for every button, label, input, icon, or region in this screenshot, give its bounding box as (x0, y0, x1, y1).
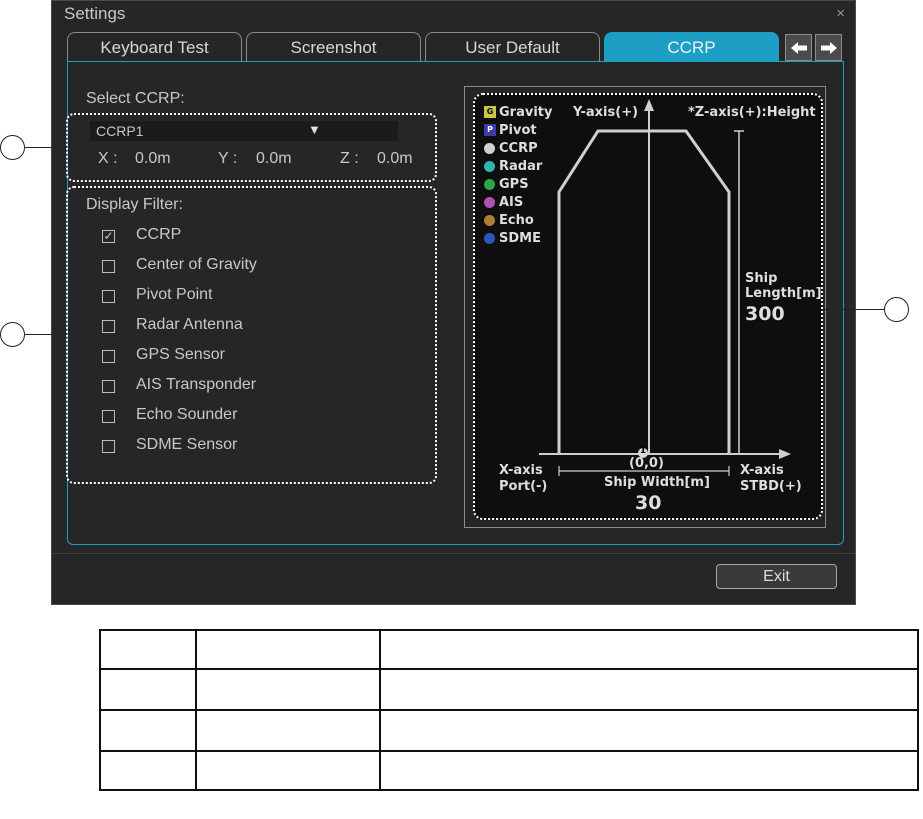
tab-scroll-right-button[interactable] (815, 34, 842, 61)
y-axis-label: Y-axis(+) (573, 105, 639, 120)
display-filter-group (66, 186, 437, 484)
ccrp-dropdown[interactable]: CCRP1 ▼ (90, 121, 398, 141)
checkbox-icon[interactable] (102, 380, 115, 393)
origin-marker-number: 1 (639, 446, 647, 456)
x-coordinate-label: X : (98, 150, 118, 167)
x-axis-port-sign: Port(-) (499, 479, 548, 494)
close-icon[interactable]: × (836, 5, 845, 22)
filter-label: SDME Sensor (136, 436, 238, 453)
sdme-dot-icon (484, 233, 495, 244)
filter-label: Radar Antenna (136, 316, 243, 333)
ship-length-label: Ship (745, 271, 778, 286)
tab-keyboard-test[interactable]: Keyboard Test (67, 32, 242, 62)
echo-dot-icon (484, 215, 495, 226)
x-coordinate-value: 0.0m (135, 150, 171, 167)
callout-marker-1 (0, 135, 25, 160)
filter-label: Center of Gravity (136, 256, 257, 273)
callout-marker-2 (0, 322, 25, 347)
radar-dot-icon (484, 161, 495, 172)
window-title: Settings (64, 4, 126, 23)
z-coordinate-value: 0.0m (377, 150, 413, 167)
checkbox-checked-icon[interactable]: ✓ (102, 230, 115, 243)
checkbox-icon[interactable] (102, 320, 115, 333)
ship-hull-outline (557, 129, 731, 454)
y-axis-arrowhead (644, 99, 654, 111)
checkbox-icon[interactable] (102, 410, 115, 423)
z-axis-label: *Z-axis(+):Height (688, 105, 816, 120)
select-ccrp-label: Select CCRP: (86, 90, 185, 107)
x-axis-stbd-sign: STBD(+) (740, 479, 802, 494)
arrow-left-icon (790, 42, 807, 54)
filter-label: AIS Transponder (136, 376, 257, 393)
filter-label: CCRP (136, 226, 182, 243)
checkbox-icon[interactable] (102, 290, 115, 303)
x-axis-port-label: X-axis (499, 463, 543, 478)
tab-scroll-left-button[interactable] (785, 34, 812, 61)
arrow-right-icon (820, 42, 837, 54)
ship-width-value: 30 (635, 492, 662, 514)
callout-line-2 (25, 334, 67, 335)
ship-length-value: 300 (745, 303, 785, 325)
tab-user-default[interactable]: User Default (425, 32, 600, 62)
ship-width-label: Ship Width[m] (604, 475, 710, 490)
ship-length-unit: Length[m] (745, 286, 822, 301)
pivot-icon: P (484, 124, 496, 136)
ccrp-dot-icon (484, 143, 495, 154)
filter-label: Pivot Point (136, 286, 213, 303)
title-bar: Settings × (52, 1, 855, 29)
ais-dot-icon (484, 197, 495, 208)
exit-button[interactable]: Exit (716, 564, 837, 589)
x-axis-stbd-label: X-axis (740, 463, 784, 478)
checkbox-icon[interactable] (102, 440, 115, 453)
origin-label: (0,0) (629, 456, 664, 471)
z-coordinate-label: Z : (340, 150, 359, 167)
gravity-icon: G (484, 106, 496, 118)
checkbox-icon[interactable] (102, 260, 115, 273)
callout-line-1 (25, 147, 67, 148)
y-coordinate-label: Y : (218, 150, 238, 167)
display-filter-label: Display Filter: (86, 196, 183, 213)
gps-dot-icon (484, 179, 495, 190)
footer-divider (52, 553, 855, 554)
filter-label: GPS Sensor (136, 346, 225, 363)
callout-explanation-table (99, 629, 919, 791)
ccrp-dropdown-value: CCRP1 (96, 123, 144, 139)
tab-screenshot[interactable]: Screenshot (246, 32, 421, 62)
callout-marker-3 (884, 297, 909, 322)
filter-label: Echo Sounder (136, 406, 238, 423)
x-axis-arrowhead (779, 449, 791, 459)
checkbox-icon[interactable] (102, 350, 115, 363)
tab-ccrp[interactable]: CCRP (604, 32, 779, 62)
callout-line-3 (822, 309, 884, 310)
dropdown-triangle-icon: ▼ (308, 122, 321, 137)
y-coordinate-value: 0.0m (256, 150, 292, 167)
